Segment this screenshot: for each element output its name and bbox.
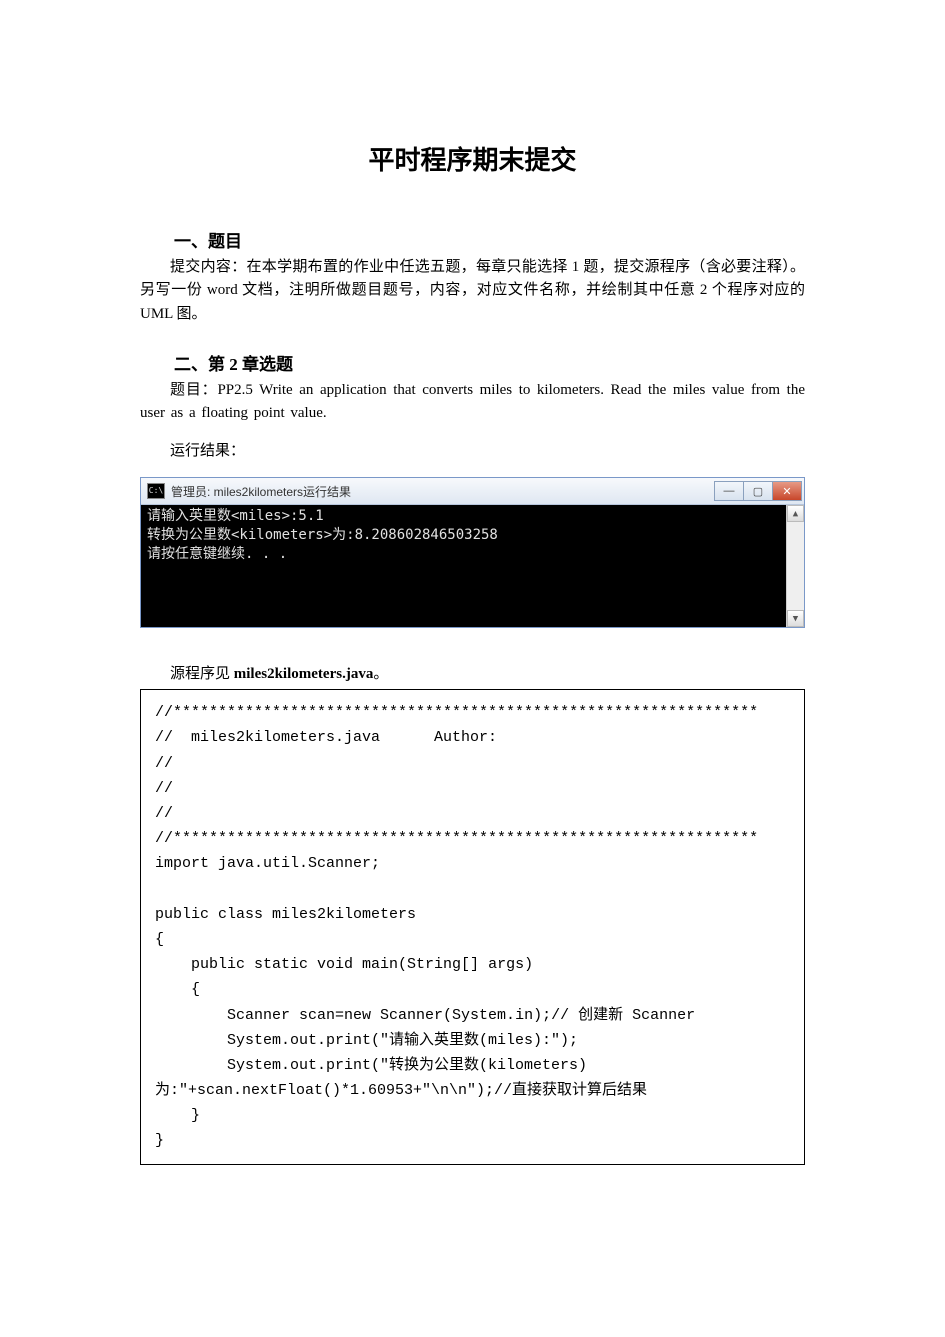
cmd-icon: C:\: [147, 483, 165, 499]
terminal-line: 转换为公里数<kilometers>为:8.208602846503258: [147, 526, 798, 545]
spacer: [140, 328, 805, 342]
section-2-head: 二、第 2 章选题: [140, 350, 805, 375]
scroll-down-icon[interactable]: ▼: [787, 610, 804, 627]
terminal-line: 请输入英里数<miles>:5.1: [147, 507, 798, 526]
terminal-titlebar: C:\ 管理员: miles2kilometers运行结果 — ▢ ✕: [141, 478, 804, 505]
window-buttons: — ▢ ✕: [714, 481, 802, 501]
scroll-track[interactable]: [787, 522, 804, 610]
scroll-up-icon[interactable]: ▲: [787, 505, 804, 522]
source-label-prefix: 源程序见: [170, 666, 234, 682]
terminal-scrollbar[interactable]: ▲ ▼: [786, 505, 804, 627]
source-label: 源程序见 miles2kilometers.java。: [140, 662, 805, 683]
source-filename: miles2kilometers.java: [234, 666, 374, 682]
close-button[interactable]: ✕: [773, 481, 802, 501]
terminal-body: 请输入英里数<miles>:5.1 转换为公里数<kilometers>为:8.…: [141, 505, 804, 627]
section-1-head: 一、题目: [140, 227, 805, 252]
run-result-label: 运行结果：: [140, 439, 805, 463]
terminal-window: C:\ 管理员: miles2kilometers运行结果 — ▢ ✕ 请输入英…: [140, 477, 805, 628]
section-1-text: 提交内容：在本学期布置的作业中任选五题，每章只能选择 1 题，提交源程序（含必要…: [140, 256, 805, 326]
problem-text: 题目：PP2.5 Write an application that conve…: [140, 379, 805, 426]
minimize-button[interactable]: —: [714, 481, 744, 501]
maximize-button[interactable]: ▢: [744, 481, 773, 501]
document-page: 平时程序期末提交 一、题目 提交内容：在本学期布置的作业中任选五题，每章只能选择…: [0, 0, 945, 1205]
code-block: //**************************************…: [140, 689, 805, 1164]
source-label-suffix: 。: [373, 666, 388, 682]
terminal-title: 管理员: miles2kilometers运行结果: [171, 483, 714, 500]
terminal-line: 请按任意键继续. . .: [147, 545, 798, 564]
document-title: 平时程序期末提交: [140, 140, 805, 177]
